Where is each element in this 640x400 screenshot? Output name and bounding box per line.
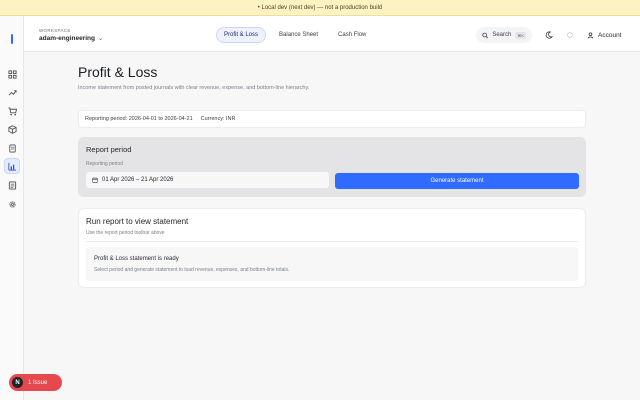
report-period-title: Report period — [86, 145, 132, 154]
sidebar-item-documents[interactable] — [4, 140, 20, 156]
issues-count-label: 1 Issue — [28, 379, 48, 386]
status-indicator-button[interactable] — [564, 29, 576, 41]
workspace-label: WORKSPACE — [39, 28, 71, 33]
account-label: Account — [598, 31, 622, 39]
report-tabs: Profit & Loss Balance Sheet Cash Flow — [216, 27, 373, 43]
search-button[interactable]: Search ⌘K — [476, 27, 532, 43]
bar-chart-icon — [7, 162, 16, 171]
tab-cash-flow[interactable]: Cash Flow — [331, 27, 373, 43]
statement-subtitle: Use the report period toolbar above — [86, 230, 165, 236]
sidebar-item-purchases[interactable] — [4, 103, 20, 119]
dev-banner: • Local dev (next dev) — not a productio… — [0, 0, 640, 16]
topbar: WORKSPACE adam-engineering ⌄ Profit & Lo… — [24, 16, 640, 52]
trend-icon — [8, 89, 17, 96]
next-logo-icon: N — [12, 377, 23, 388]
search-icon — [482, 32, 489, 38]
sidebar-item-dashboard[interactable] — [4, 66, 20, 82]
cart-icon — [7, 106, 17, 115]
sidebar-item-sales[interactable] — [4, 84, 20, 100]
document-icon — [8, 143, 16, 153]
divider — [86, 241, 578, 242]
reporting-period-label: Reporting period — [86, 161, 123, 167]
empty-state: Profit & Loss statement is ready Select … — [86, 247, 578, 281]
sidebar-item-reports[interactable] — [4, 158, 20, 174]
workspace-name: adam-engineering — [39, 35, 95, 42]
theme-toggle-button[interactable] — [543, 29, 555, 41]
page-subtitle: Income statement from posted journals wi… — [78, 85, 310, 91]
issues-badge-button[interactable]: N 1 Issue — [9, 374, 62, 391]
page-title: Profit & Loss — [78, 64, 158, 80]
box-icon — [7, 124, 17, 134]
calendar-icon — [92, 177, 98, 183]
tab-profit-loss[interactable]: Profit & Loss — [216, 27, 267, 43]
currency-text: Currency: INR — [200, 116, 236, 122]
sidebar-item-settings[interactable] — [4, 196, 20, 212]
tab-balance-sheet[interactable]: Balance Sheet — [272, 27, 325, 43]
report-period-card: Report period Reporting period 01 Apr 20… — [78, 137, 586, 197]
reporting-period-text: Reporting period: 2026-04-01 to 2026-04-… — [85, 116, 193, 122]
empty-state-body: Select period and generate statement to … — [94, 267, 290, 273]
moon-icon — [545, 31, 553, 39]
chevron-down-icon: ⌄ — [97, 36, 104, 42]
workspace-switcher[interactable]: adam-engineering ⌄ — [39, 35, 103, 42]
search-label: Search — [492, 32, 512, 38]
statement-card: Run report to view statement Use the rep… — [78, 208, 586, 288]
search-shortcut: ⌘K — [515, 31, 526, 39]
grid-icon — [7, 69, 17, 79]
report-info-bar: Reporting period: 2026-04-01 to 2026-04-… — [78, 110, 586, 128]
sidebar-item-ledger[interactable] — [4, 177, 20, 193]
generate-statement-button[interactable]: Generate statement — [335, 173, 579, 189]
sidebar-item-inventory[interactable] — [4, 121, 20, 137]
ledger-icon — [8, 180, 16, 190]
account-button[interactable]: Account — [587, 27, 622, 43]
circle-icon — [567, 32, 573, 38]
date-range-picker[interactable]: 01 Apr 2026 – 21 Apr 2026 — [86, 172, 329, 188]
sidebar — [0, 16, 24, 400]
statement-title: Run report to view statement — [86, 217, 189, 226]
brand-mark — [11, 34, 13, 44]
gear-icon — [8, 200, 16, 208]
dev-banner-text: • Local dev (next dev) — not a productio… — [257, 4, 383, 11]
date-range-value: 01 Apr 2026 – 21 Apr 2026 — [102, 177, 174, 183]
empty-state-title: Profit & Loss statement is ready — [94, 256, 179, 262]
user-icon — [587, 31, 594, 39]
